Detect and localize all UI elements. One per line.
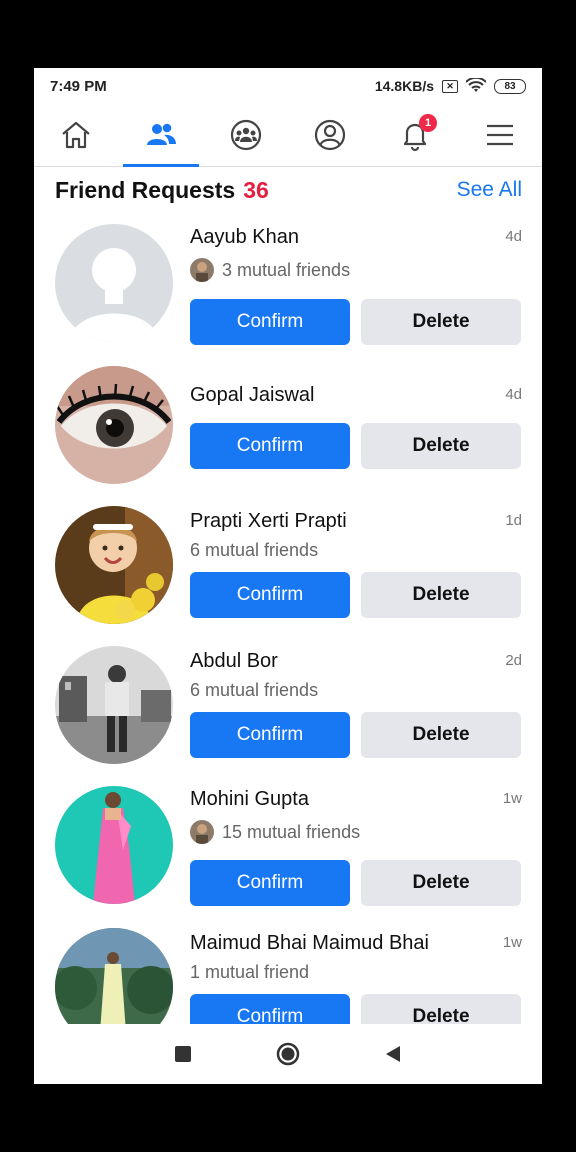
request-time: 1w — [502, 934, 522, 951]
see-all-link[interactable]: See All — [457, 178, 522, 202]
request-item: Gopal Jaiswal 4d Confirm Delete — [34, 366, 542, 488]
mutual-friends[interactable]: 15 mutual friends — [190, 820, 360, 844]
avatar[interactable] — [55, 786, 173, 904]
requester-name[interactable]: Aayub Khan — [190, 226, 299, 249]
man-forest-photo — [55, 928, 173, 1024]
mutual-friend-avatar — [190, 820, 214, 844]
groups-icon — [230, 119, 261, 151]
recents-icon[interactable] — [174, 1045, 192, 1063]
tab-notifications[interactable]: 1 — [373, 104, 458, 166]
confirm-button[interactable]: Confirm — [190, 994, 350, 1024]
request-item: Prapti Xerti Prapti 1d 6 mutual friends … — [34, 506, 542, 628]
sim-icon: ✕ — [442, 79, 458, 93]
system-navigation-bar — [34, 1024, 542, 1084]
profile-icon — [315, 119, 346, 151]
request-list: Aayub Khan 4d 3 mutual friends Confirm D… — [34, 216, 542, 1024]
requester-name[interactable]: Abdul Bor — [190, 650, 278, 673]
mutual-friends[interactable]: 6 mutual friends — [190, 680, 318, 701]
network-speed: 14.8KB/s — [374, 78, 434, 94]
default-avatar-icon — [55, 224, 173, 342]
mutual-friends-label: 3 mutual friends — [222, 259, 351, 280]
confirm-button[interactable]: Confirm — [190, 860, 350, 906]
title-text: Friend Requests — [55, 176, 236, 203]
page-title: Friend Requests 36 — [55, 177, 269, 204]
mutual-friend-avatar — [190, 258, 214, 282]
request-item: Mohini Gupta 1w 15 mutual friends Confir… — [34, 786, 542, 908]
status-bar: 7:49 PM 14.8KB/s ✕ 83 — [34, 68, 542, 104]
request-time: 1w — [502, 790, 522, 807]
request-time: 4d — [505, 386, 522, 403]
requester-name[interactable]: Maimud Bhai Maimud Bhai — [190, 932, 429, 955]
home-button-icon[interactable] — [276, 1042, 300, 1066]
mutual-friends[interactable]: 1 mutual friend — [190, 962, 309, 983]
friend-requests-header: Friend Requests 36 See All — [34, 168, 542, 212]
request-time: 4d — [505, 228, 522, 245]
menu-icon — [486, 124, 513, 146]
mutual-friends-label: 6 mutual friends — [190, 540, 319, 560]
tab-menu[interactable] — [457, 104, 542, 166]
confirm-button[interactable]: Confirm — [190, 423, 350, 469]
requester-name[interactable]: Mohini Gupta — [190, 788, 309, 811]
mutual-friends[interactable]: 3 mutual friends — [190, 258, 350, 282]
tab-home[interactable] — [34, 104, 119, 166]
battery-icon: 83 — [494, 78, 526, 94]
delete-button[interactable]: Delete — [361, 712, 521, 758]
delete-button[interactable]: Delete — [361, 994, 521, 1024]
friends-icon — [147, 123, 176, 145]
man-street-photo — [55, 646, 173, 764]
avatar[interactable] — [55, 366, 173, 484]
request-item: Maimud Bhai Maimud Bhai 1w 1 mutual frie… — [34, 928, 542, 1024]
request-count: 36 — [243, 176, 269, 203]
confirm-button[interactable]: Confirm — [190, 299, 350, 345]
child-photo — [55, 506, 173, 624]
mutual-friends[interactable]: 6 mutual friends — [190, 540, 318, 561]
requester-name[interactable]: Prapti Xerti Prapti — [190, 510, 347, 533]
request-time: 2d — [505, 652, 522, 669]
delete-button[interactable]: Delete — [361, 572, 521, 618]
top-nav-bar: 1 — [34, 104, 542, 167]
app-screen: 7:49 PM 14.8KB/s ✕ 83 1 Friend Requests — [34, 68, 542, 1084]
tab-groups[interactable] — [203, 104, 288, 166]
confirm-button[interactable]: Confirm — [190, 712, 350, 758]
tab-profile[interactable] — [288, 104, 373, 166]
wifi-icon — [466, 78, 486, 92]
request-item: Abdul Bor 2d 6 mutual friends Confirm De… — [34, 646, 542, 768]
mutual-friends-label: 1 mutual friend — [190, 962, 310, 982]
request-item: Aayub Khan 4d 3 mutual friends Confirm D… — [34, 224, 542, 346]
delete-button[interactable]: Delete — [361, 299, 521, 345]
back-icon[interactable] — [384, 1045, 402, 1063]
avatar[interactable] — [55, 224, 173, 342]
requester-name[interactable]: Gopal Jaiswal — [190, 384, 315, 407]
status-time: 7:49 PM — [50, 77, 107, 95]
woman-saree-photo — [55, 786, 173, 904]
notification-badge: 1 — [419, 114, 438, 132]
delete-button[interactable]: Delete — [361, 423, 521, 469]
avatar[interactable] — [55, 646, 173, 764]
avatar[interactable] — [55, 928, 173, 1024]
eye-photo — [55, 366, 173, 484]
status-icons: 14.8KB/s ✕ 83 — [375, 78, 526, 94]
tab-friends[interactable] — [119, 104, 204, 167]
mutual-friends-label: 6 mutual friends — [190, 680, 319, 700]
confirm-button[interactable]: Confirm — [190, 572, 350, 618]
mutual-friends-label: 15 mutual friends — [222, 821, 361, 842]
avatar[interactable] — [55, 506, 173, 624]
home-icon — [62, 121, 91, 149]
delete-button[interactable]: Delete — [361, 860, 521, 906]
request-time: 1d — [505, 512, 522, 529]
